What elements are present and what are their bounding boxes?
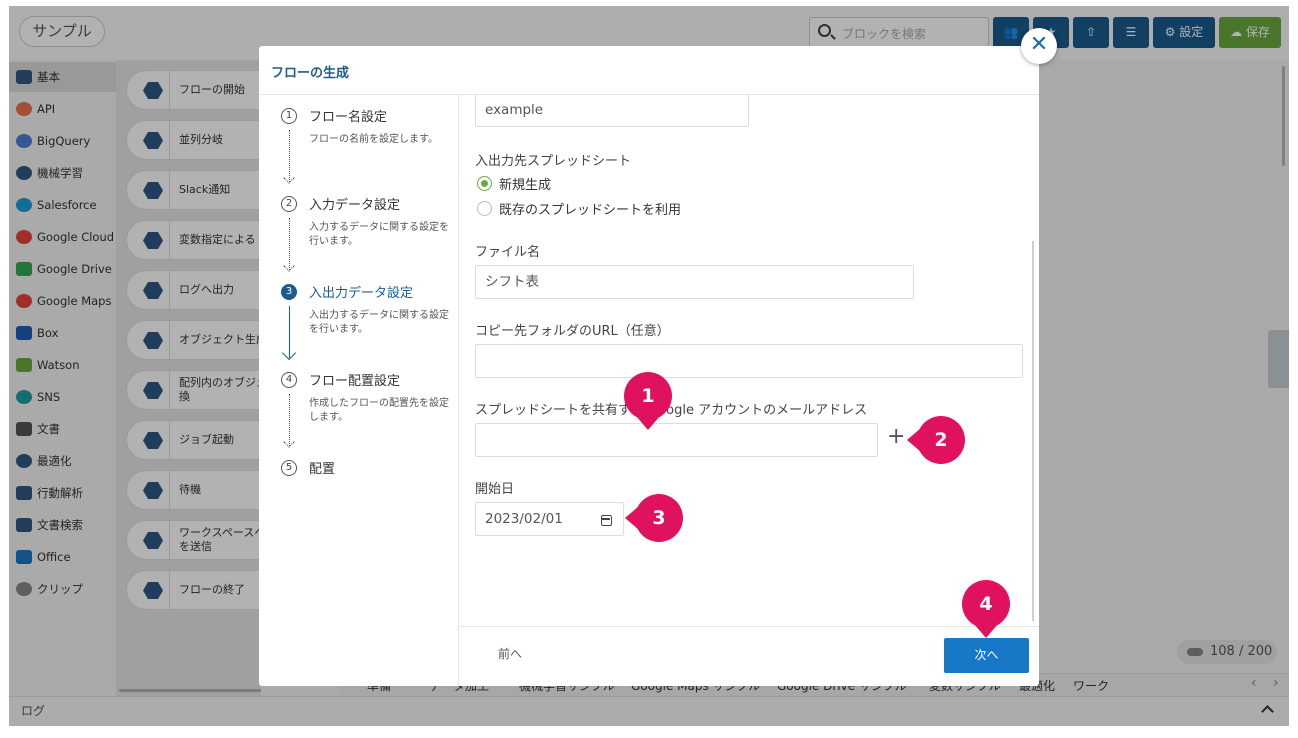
callout-1: 1 xyxy=(624,372,674,430)
settings-form: example 入出力先スプレッドシート 新規生成 既存のスプレッドシートを利用… xyxy=(459,95,1039,626)
step-number: 4 xyxy=(281,372,297,388)
calendar-icon[interactable] xyxy=(601,515,612,526)
step-description: フローの名前を設定します。 xyxy=(309,134,438,145)
close-icon[interactable]: ✕ xyxy=(1021,28,1057,64)
step-number: 2 xyxy=(281,196,297,212)
step-title: 入力データ設定 xyxy=(309,198,401,213)
add-email-icon[interactable]: + xyxy=(887,426,905,448)
flow-name-input[interactable]: example xyxy=(475,95,749,127)
callout-4: 4 xyxy=(962,580,1012,638)
radio-new[interactable] xyxy=(477,176,492,191)
callout-3: 3 xyxy=(625,494,685,544)
callout-number: 1 xyxy=(624,372,672,420)
start-date-label: 開始日 xyxy=(475,482,515,497)
callout-number: 3 xyxy=(635,494,683,542)
step-title: フロー配置設定 xyxy=(309,374,401,389)
filename-input[interactable]: シフト表 xyxy=(475,265,914,299)
step-title: 入出力データ設定 xyxy=(309,286,414,301)
step-title: 配置 xyxy=(309,462,336,477)
prev-button[interactable]: 前へ xyxy=(498,645,522,662)
dialog-header: フローの生成 xyxy=(259,46,1039,95)
step-connector-active xyxy=(289,306,290,358)
radio-new-label[interactable]: 新規生成 xyxy=(499,174,551,193)
copy-folder-label: コピー先フォルダのURL（任意） xyxy=(475,324,670,339)
step-number: 3 xyxy=(281,284,297,300)
callout-number: 2 xyxy=(917,416,965,464)
share-email-input[interactable] xyxy=(475,423,878,457)
radio-existing[interactable] xyxy=(477,201,492,216)
step-number: 1 xyxy=(281,108,297,124)
radio-existing-label[interactable]: 既存のスプレッドシートを利用 xyxy=(499,199,681,218)
callout-2: 2 xyxy=(907,416,967,466)
filename-label: ファイル名 xyxy=(475,245,541,260)
form-scrollbar[interactable] xyxy=(1032,241,1034,621)
step-connector xyxy=(289,394,290,446)
step-connector xyxy=(289,130,290,182)
step-number: 5 xyxy=(281,460,297,476)
dialog-footer: 前へ 次へ xyxy=(459,626,1039,686)
callout-number: 4 xyxy=(962,580,1010,628)
flow-generation-dialog: フローの生成 1 フロー名設定 フローの名前を設定します。 2 入力データ設定 … xyxy=(259,46,1039,686)
next-button[interactable]: 次へ xyxy=(944,638,1029,673)
step-description: 入力するデータに関する設定を行います。 xyxy=(309,222,449,247)
dialog-title: フローの生成 xyxy=(271,66,350,81)
copy-folder-input[interactable] xyxy=(475,344,1023,378)
spreadsheet-label: 入出力先スプレッドシート xyxy=(475,154,632,169)
step-description: 入出力するデータに関する設定を行います。 xyxy=(309,310,449,335)
step-description: 作成したフローの配置先を設定します。 xyxy=(309,398,449,423)
step-title: フロー名設定 xyxy=(309,110,388,125)
step-connector xyxy=(289,218,290,270)
wizard-steps: 1 フロー名設定 フローの名前を設定します。 2 入力データ設定 入力するデータ… xyxy=(259,95,459,686)
